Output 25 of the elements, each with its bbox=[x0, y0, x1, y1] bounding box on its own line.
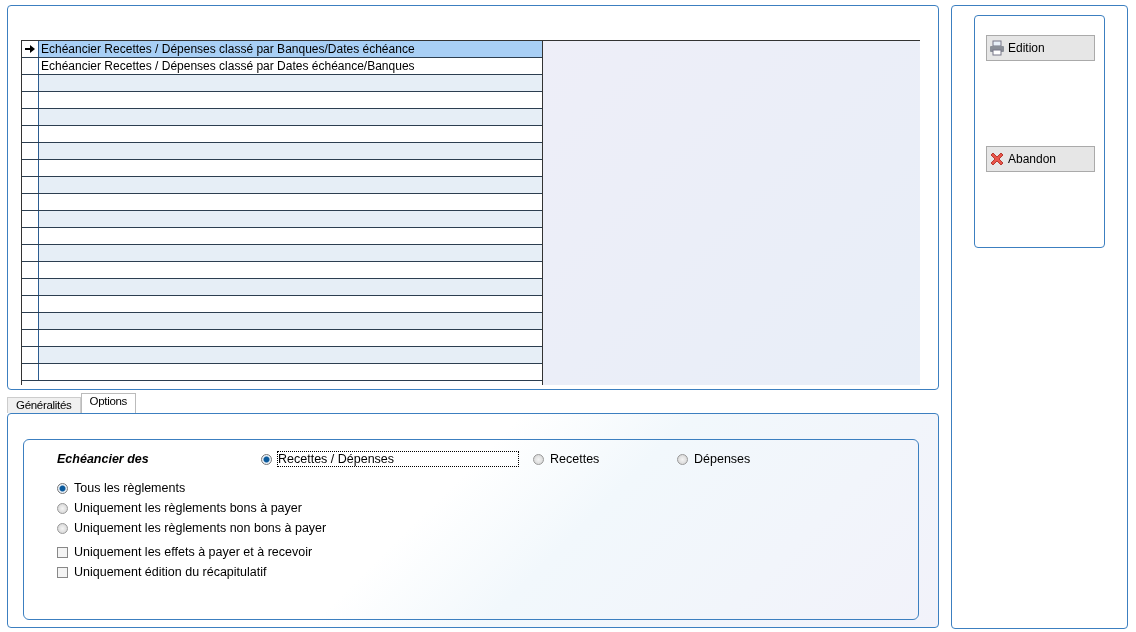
option-label: Dépenses bbox=[694, 452, 751, 466]
checkbox[interactable] bbox=[57, 546, 68, 558]
cross-icon bbox=[989, 151, 1005, 167]
radio-button[interactable] bbox=[261, 453, 272, 465]
radio-button[interactable] bbox=[57, 502, 68, 514]
group-label: Echéancier des bbox=[57, 452, 150, 466]
option-label: Uniquement les règlements non bons à payer bbox=[74, 521, 327, 535]
option-label: Recettes bbox=[550, 452, 600, 466]
tab[interactable]: Options bbox=[80, 393, 137, 413]
cancel-button[interactable]: Abandon bbox=[986, 146, 1095, 172]
radio-button[interactable] bbox=[57, 482, 68, 494]
checkbox[interactable] bbox=[57, 566, 68, 578]
printer-icon bbox=[989, 40, 1005, 56]
option-label: Uniquement les effets à payer et à recevoir bbox=[74, 545, 313, 559]
option-label: Uniquement édition du récapitulatif bbox=[74, 565, 267, 579]
radio-button[interactable] bbox=[533, 453, 544, 465]
option-label: Tous les règlements bbox=[74, 481, 186, 495]
report-row[interactable]: Echéancier Recettes / Dépenses classé par Dates échéance/Banques bbox=[39, 58, 542, 74]
option-label: Uniquement les règlements bons à payer bbox=[74, 501, 302, 515]
radio-button[interactable] bbox=[57, 522, 68, 534]
tab[interactable]: Généralités bbox=[7, 397, 81, 413]
edition-button[interactable]: Edition bbox=[986, 35, 1095, 61]
option-label: Recettes / Dépenses bbox=[278, 452, 518, 466]
radio-button[interactable] bbox=[677, 453, 688, 465]
report-row[interactable]: Echéancier Recettes / Dépenses classé par Banques/Dates échéance bbox=[39, 41, 542, 57]
